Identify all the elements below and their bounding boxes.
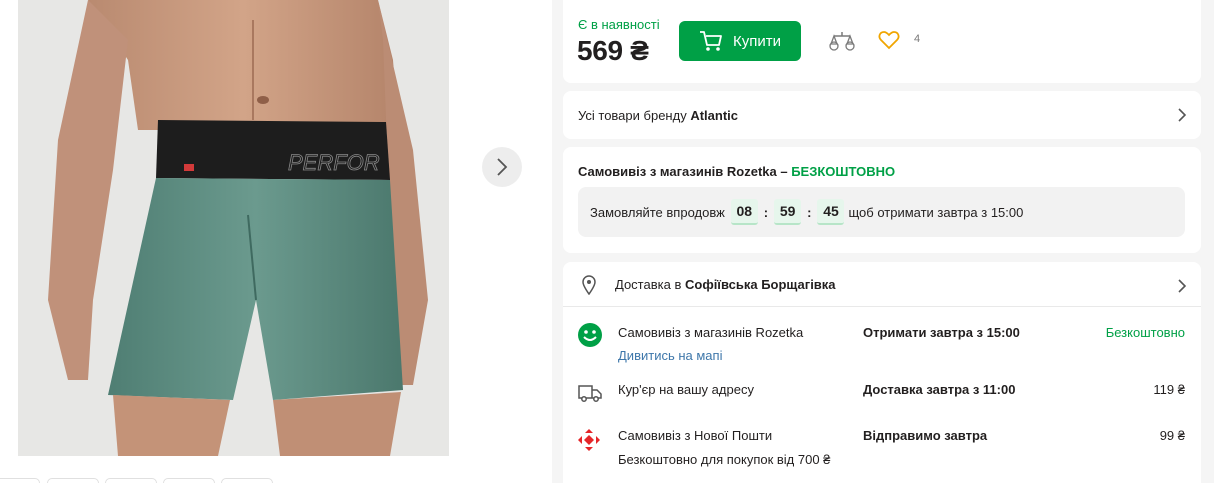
chevron-right-icon [1178, 279, 1187, 293]
gallery-next-button[interactable] [482, 147, 522, 187]
timer-seconds: 45 [817, 199, 845, 225]
option-name: Самовивіз з Нової Пошти [618, 428, 773, 443]
wishlist-button[interactable] [878, 30, 900, 52]
pickup-title-text: Самовивіз з магазинів Rozetka – [578, 164, 792, 179]
delivery-card: Доставка в Софіївська Борщагівка Самовив… [563, 262, 1201, 483]
pickup-title: Самовивіз з магазинів Rozetka – БЕЗКОШТО… [578, 164, 895, 179]
rozetka-smile-icon [578, 323, 602, 347]
order-timer: Замовляйте впродовж 08 : 59 : 45 щоб отр… [578, 187, 1185, 237]
delivery-city-selector[interactable]: Доставка в Софіївська Борщагівка [563, 262, 1201, 307]
pickup-card: Самовивіз з магазинів Rozetka – БЕЗКОШТО… [563, 147, 1201, 253]
option-when: Відправимо завтра [863, 428, 988, 443]
option-cost: 99 ₴ [1159, 428, 1185, 443]
location-pin-icon [582, 275, 596, 295]
option-when: Доставка завтра з 11:00 [863, 382, 1016, 397]
product-photo[interactable]: PERFOR [18, 0, 449, 456]
buy-card: Є в наявності 569 ₴ Купити 4 [563, 0, 1201, 83]
buy-button-label: Купити [733, 32, 781, 50]
nova-poshta-icon [578, 429, 600, 451]
view-on-map-link[interactable]: Дивитись на мапі [618, 348, 722, 363]
waistband-text: PERFOR [288, 150, 380, 175]
chevron-right-icon [1178, 108, 1187, 122]
option-cost: 119 ₴ [1153, 382, 1185, 397]
thumbnail[interactable] [105, 478, 157, 483]
brand-name: Atlantic [690, 107, 738, 123]
option-name: Кур'єр на вашу адресу [618, 382, 754, 397]
brand-link[interactable]: Усі товари бренду Atlantic [563, 91, 1201, 139]
timer-prefix: Замовляйте впродовж [590, 204, 725, 220]
chevron-right-icon [497, 158, 508, 176]
thumbnail[interactable] [163, 478, 215, 483]
delivery-city: Софіївська Борщагівка [684, 276, 836, 292]
thumbnail[interactable] [221, 478, 273, 483]
price: 569 ₴ [577, 35, 649, 66]
option-cost: Безкоштовно [1105, 325, 1185, 340]
stock-status: Є в наявності [578, 17, 660, 32]
pickup-free-label: БЕЗКОШТОВНО [791, 164, 896, 179]
option-name: Самовивіз з магазинів Rozetka [618, 325, 804, 340]
compare-scales-icon [829, 32, 855, 51]
thumbnail[interactable] [0, 478, 40, 483]
heart-icon [878, 31, 900, 50]
buy-button[interactable]: Купити [679, 21, 801, 61]
timer-minutes: 59 [774, 199, 802, 225]
thumbnail[interactable] [47, 478, 99, 483]
product-gallery: PERFOR [0, 0, 552, 483]
option-when: Отримати завтра з 15:00 [863, 325, 1020, 340]
delivery-to-label: Доставка в [615, 276, 682, 292]
option-sub: Безкоштовно для покупок від 700 ₴ [618, 452, 831, 467]
wishlist-count: 4 [914, 33, 921, 45]
truck-icon [578, 385, 602, 402]
brand-prefix: Усі товари бренду [578, 107, 687, 123]
timer-suffix: щоб отримати завтра з 15:00 [848, 204, 1024, 220]
compare-button[interactable] [829, 30, 855, 52]
thumbnail-strip [0, 478, 552, 483]
timer-hours: 08 [730, 199, 758, 225]
cart-icon [700, 31, 722, 51]
